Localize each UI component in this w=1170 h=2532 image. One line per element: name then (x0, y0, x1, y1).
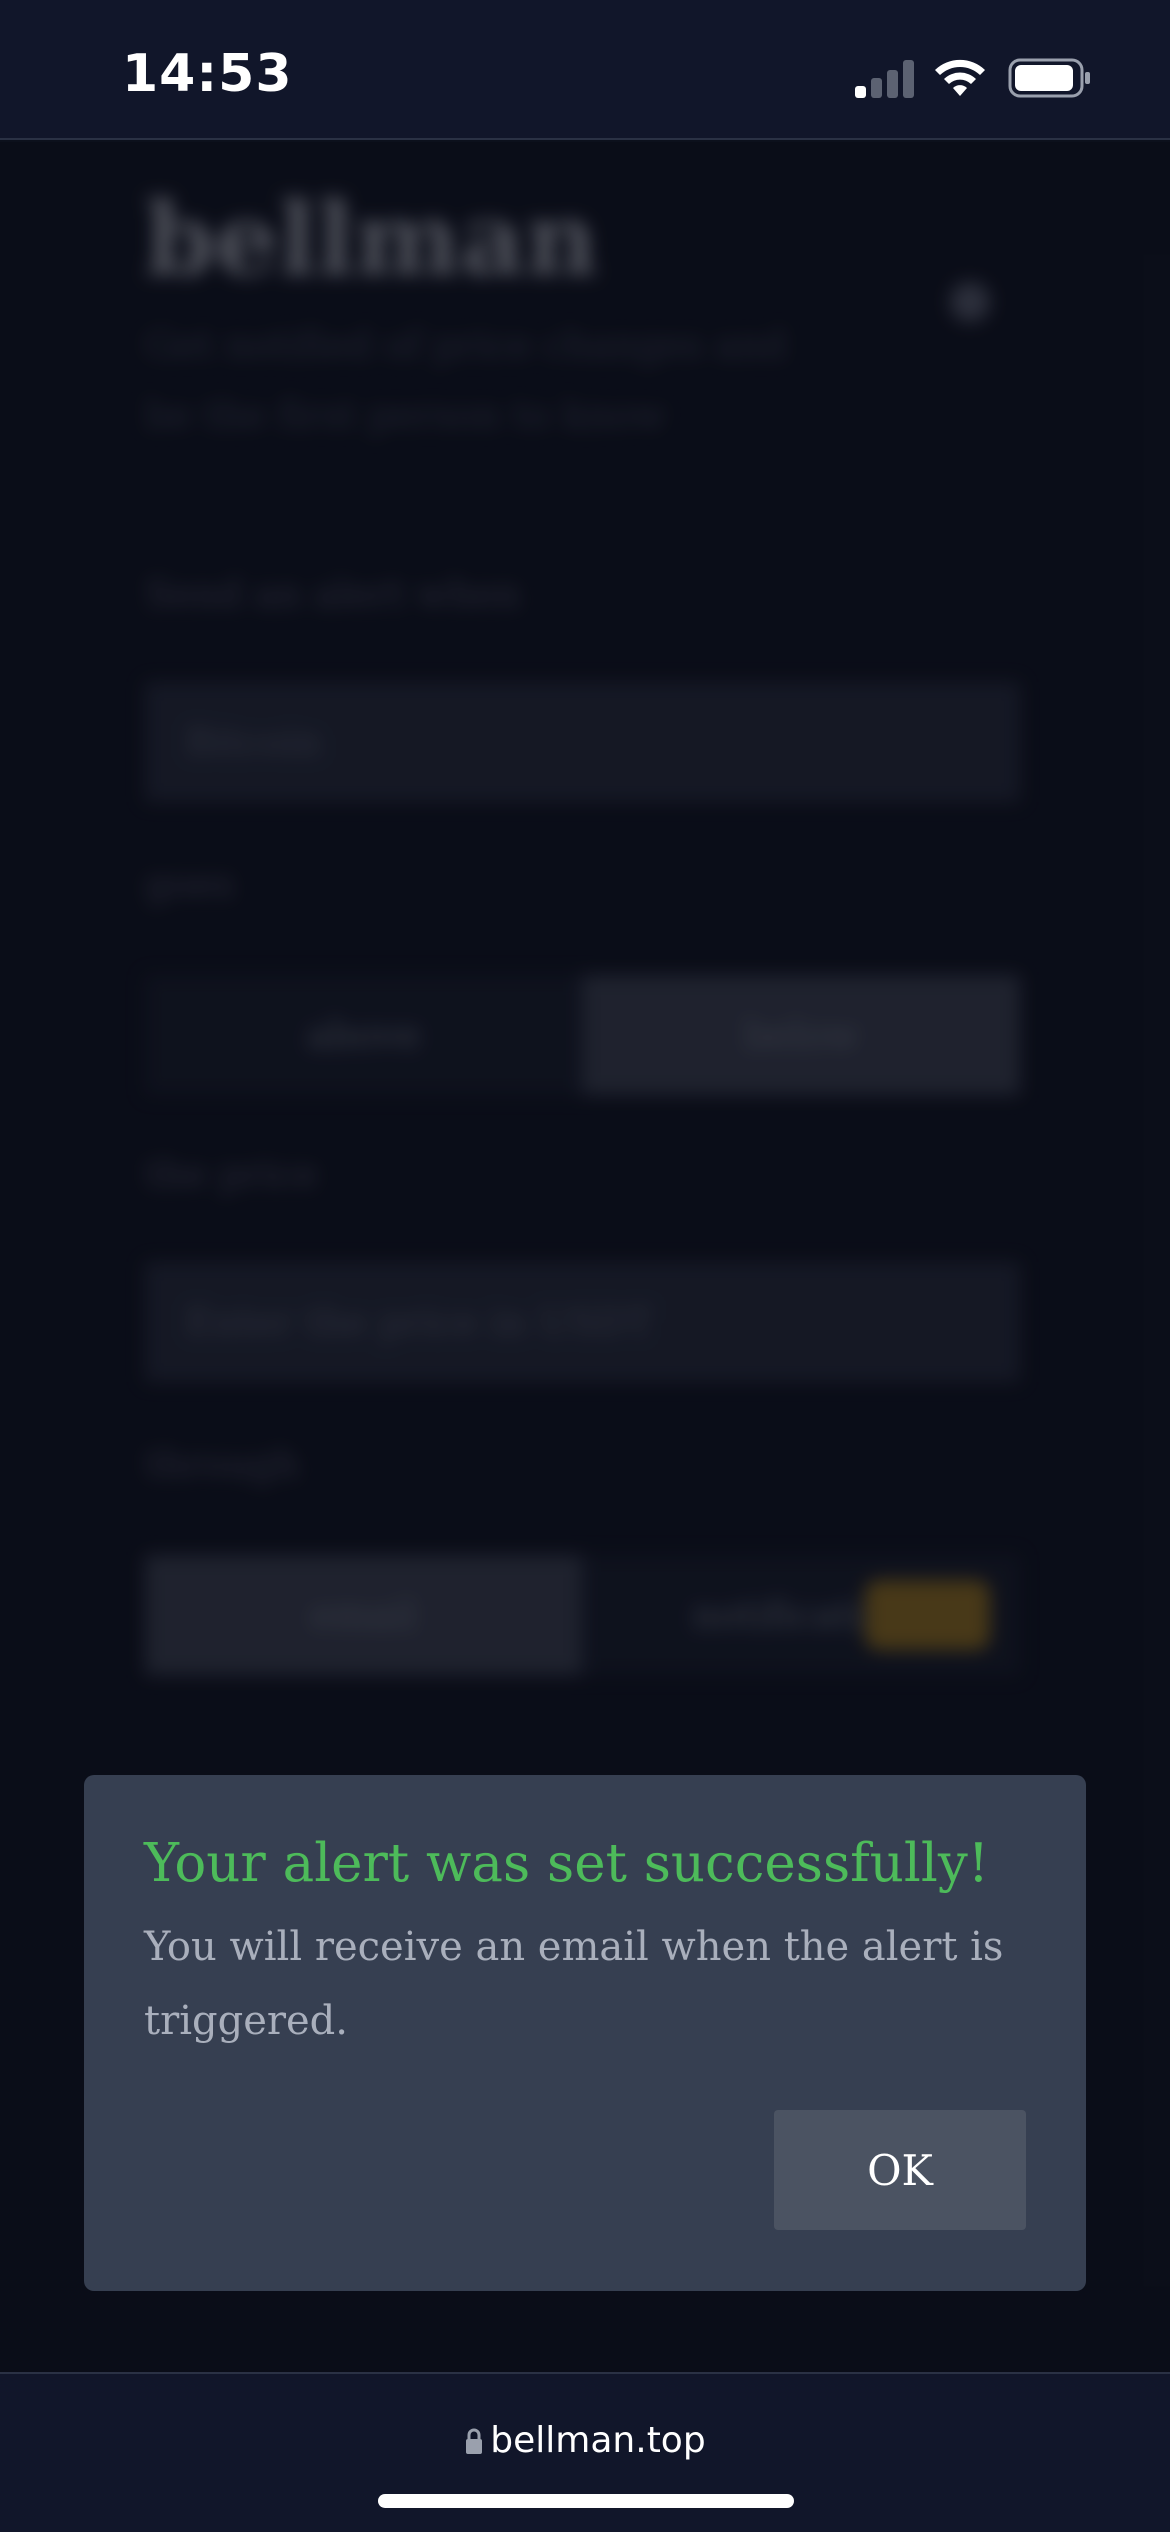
success-dialog: Your alert was set successfully! You wil… (84, 1775, 1086, 2291)
browser-bar: bellman.top (0, 2372, 1170, 2532)
ok-button[interactable]: OK (774, 2110, 1026, 2230)
status-time: 14:53 (122, 44, 293, 104)
url-text: bellman.top (490, 2420, 706, 2461)
signal-icon (855, 58, 915, 98)
status-bar: 14:53 (0, 0, 1170, 140)
dialog-message: You will receive an email when the alert… (144, 1924, 1004, 2044)
lock-icon (466, 2428, 483, 2454)
address-bar[interactable]: bellman.top (0, 2420, 1170, 2461)
battery-icon (1008, 58, 1090, 98)
wifi-icon (935, 59, 985, 96)
home-indicator[interactable] (378, 2494, 794, 2508)
dialog-title: Your alert was set successfully! (144, 1833, 990, 1894)
